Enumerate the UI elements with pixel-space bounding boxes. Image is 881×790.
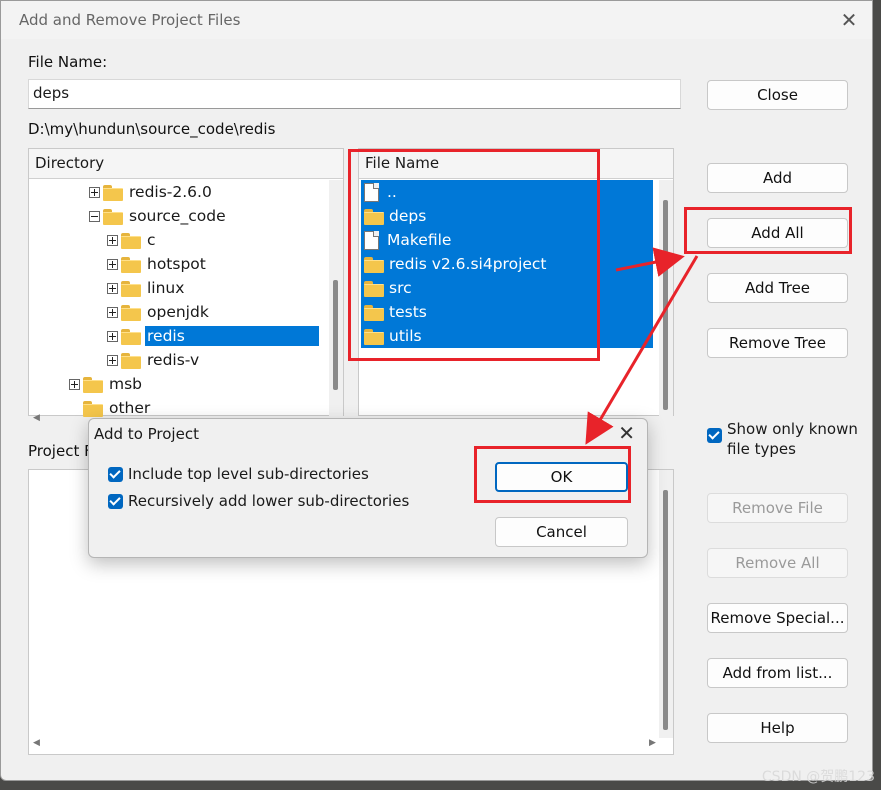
watermark: CSDN @贺鹏123 <box>761 769 875 785</box>
arrow-to-ok <box>585 255 699 445</box>
arrow-to-add-all <box>615 247 685 277</box>
annotation-arrows <box>585 247 699 445</box>
